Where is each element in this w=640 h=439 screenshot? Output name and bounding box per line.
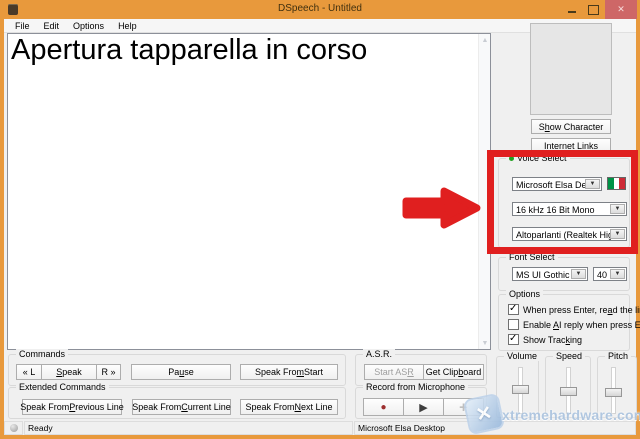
commands-label: Commands — [16, 349, 68, 359]
play-button[interactable]: ▶ — [403, 398, 444, 416]
checkbox-icon[interactable] — [508, 304, 519, 315]
speak-current-line-button[interactable]: Speak From Current Line — [132, 399, 231, 415]
maximize-icon — [588, 5, 599, 15]
insert-recording-button[interactable]: + — [443, 398, 484, 416]
speak-left-button[interactable]: « L — [16, 364, 42, 380]
option-ai-reply[interactable]: Enable AI reply when press Enter — [508, 319, 640, 330]
volume-slider-thumb[interactable] — [512, 385, 529, 394]
start-asr-button[interactable]: Start ASR — [364, 364, 424, 380]
status-ready: Ready — [24, 421, 353, 435]
minimize-button[interactable] — [563, 0, 581, 19]
pitch-label: Pitch — [605, 351, 631, 361]
volume-label: Volume — [504, 351, 540, 361]
speak-next-line-button[interactable]: Speak From Next Line — [240, 399, 338, 415]
close-button[interactable]: ✕ — [605, 0, 637, 19]
checkbox-icon[interactable] — [508, 334, 519, 345]
pitch-group: Pitch — [597, 356, 637, 418]
status-voice: Microsoft Elsa Desktop — [354, 421, 636, 435]
record-label: Record from Microphone — [363, 382, 468, 392]
font-name-dropdown[interactable]: MS UI Gothic ▼ — [512, 267, 588, 281]
editor-text: Apertura tapparella in corso — [11, 34, 471, 67]
status-icon-panel — [4, 421, 23, 435]
font-size-dropdown[interactable]: 40 ▼ — [593, 267, 627, 281]
menu-options[interactable]: Options — [66, 20, 111, 32]
menu-edit[interactable]: Edit — [37, 20, 67, 32]
close-icon: ✕ — [617, 4, 625, 15]
options-label: Options — [506, 289, 543, 299]
annotation-highlight-box — [487, 150, 638, 254]
app-icon — [8, 4, 18, 15]
plus-icon: + — [459, 399, 468, 416]
window-title: DSpeech - Untitled — [0, 3, 640, 14]
extended-commands-label: Extended Commands — [16, 382, 109, 392]
minimize-icon — [568, 11, 576, 13]
pitch-slider-thumb[interactable] — [605, 388, 622, 397]
speak-right-button[interactable]: R » — [96, 364, 121, 380]
speak-previous-line-button[interactable]: Speak From Previous Line — [22, 399, 122, 415]
show-character-button[interactable]: Show Character — [531, 119, 611, 134]
speak-button[interactable]: Speak — [41, 364, 97, 380]
scroll-down-icon[interactable]: ▼ — [479, 337, 491, 349]
speak-from-start-button[interactable]: Speak From Start — [240, 364, 338, 380]
titlebar[interactable]: DSpeech - Untitled ✕ — [0, 0, 640, 19]
asr-label: A.S.R. — [363, 349, 395, 359]
speed-label: Speed — [553, 351, 585, 361]
speed-slider-thumb[interactable] — [560, 387, 577, 396]
menu-file[interactable]: File — [8, 20, 37, 32]
checkbox-icon[interactable] — [508, 319, 519, 330]
record-button[interactable]: ● — [363, 398, 404, 416]
menu-help[interactable]: Help — [111, 20, 144, 32]
record-icon: ● — [380, 402, 386, 413]
character-preview-box — [530, 23, 612, 115]
status-ball-icon — [10, 424, 18, 432]
scroll-up-icon[interactable]: ▲ — [479, 34, 491, 46]
get-clipboard-button[interactable]: Get Clipboard — [423, 364, 484, 380]
annotation-arrow-icon — [399, 182, 485, 234]
dspeech-window: DSpeech - Untitled ✕ File Edit Options H… — [0, 0, 640, 439]
chevron-down-icon[interactable]: ▼ — [571, 269, 586, 279]
option-show-tracking[interactable]: Show Tracking — [508, 334, 582, 345]
option-read-line[interactable]: When press Enter, read the line — [508, 304, 640, 315]
play-icon: ▶ — [419, 401, 427, 414]
maximize-button[interactable] — [584, 0, 602, 19]
pause-button[interactable]: Pause — [131, 364, 231, 380]
chevron-down-icon[interactable]: ▼ — [610, 269, 625, 279]
